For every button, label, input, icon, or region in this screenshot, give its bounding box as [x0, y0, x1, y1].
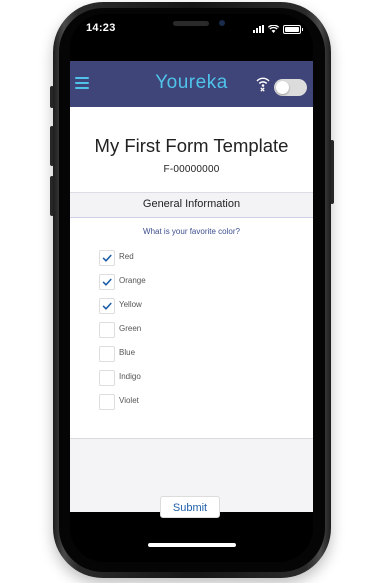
phone-screen: 14:23 Youreka My First Form Template F-0… [70, 14, 313, 562]
checkbox-indigo[interactable] [99, 370, 115, 386]
speaker-grille [173, 21, 209, 26]
option-label: Yellow [119, 300, 142, 309]
option-label: Violet [119, 396, 139, 405]
option-label: Indigo [119, 372, 141, 381]
option-label: Orange [119, 276, 146, 285]
form-id: F-00000000 [163, 164, 220, 175]
section-header[interactable]: General Information [70, 192, 313, 218]
section-title: General Information [142, 198, 241, 210]
wifi-offline-icon [256, 77, 270, 92]
option-label: Blue [119, 348, 136, 357]
checkbox-blue[interactable] [99, 346, 115, 362]
form-card: My First Form Template F-00000000 Genera… [70, 107, 313, 439]
checkmark-icon [102, 254, 112, 262]
status-bar: 14:23 [70, 14, 313, 44]
checkmark-icon [102, 302, 112, 310]
cellular-signal-icon [253, 25, 264, 33]
offline-mode-toggle[interactable] [274, 79, 307, 96]
checkbox-orange[interactable] [99, 274, 115, 290]
checkbox-green[interactable] [99, 322, 115, 338]
wifi-icon [268, 25, 279, 33]
battery-icon [283, 24, 303, 34]
submit-button[interactable]: Submit [160, 496, 220, 518]
checkbox-yellow[interactable] [99, 298, 115, 314]
front-camera [219, 20, 225, 26]
app-header: Youreka [70, 61, 313, 107]
status-time: 14:23 [86, 22, 116, 34]
option-label: Red [119, 252, 134, 261]
toggle-knob [276, 81, 289, 94]
checkmark-icon [102, 278, 112, 286]
form-title: My First Form Template [94, 135, 289, 156]
option-label: Green [119, 324, 142, 333]
form-screen: My First Form Template F-00000000 Genera… [70, 107, 313, 518]
checkbox-violet[interactable] [99, 394, 115, 410]
home-indicator[interactable] [148, 543, 236, 547]
question-label: What is your favorite color? [143, 227, 240, 236]
status-icons [253, 24, 303, 34]
checkbox-red[interactable] [99, 250, 115, 266]
